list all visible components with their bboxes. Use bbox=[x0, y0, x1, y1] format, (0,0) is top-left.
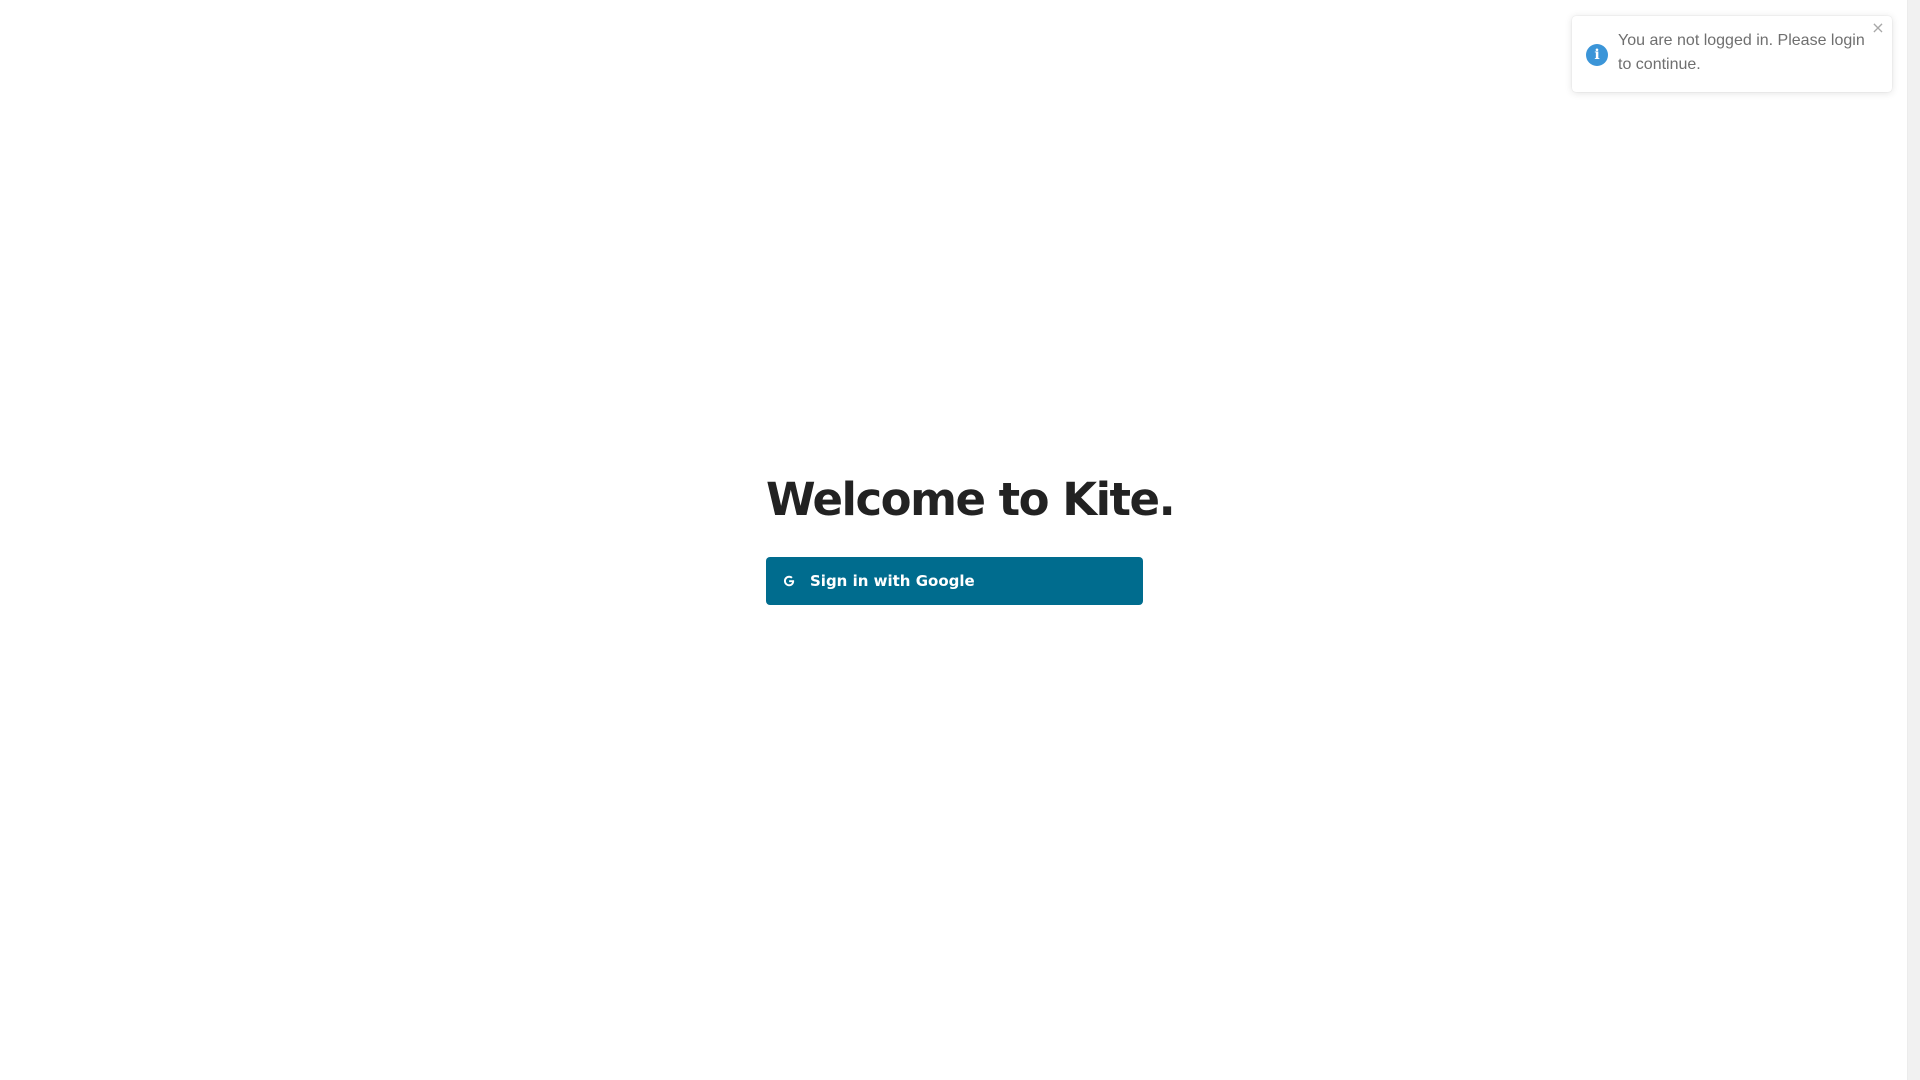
login-page: Welcome to Kite. Sign in with Google i Y… bbox=[0, 0, 1920, 1080]
toast-message: You are not logged in. Please login to c… bbox=[1618, 32, 1865, 73]
google-signin-label: Sign in with Google bbox=[810, 572, 975, 590]
info-icon: i bbox=[1586, 44, 1608, 66]
google-icon bbox=[782, 574, 796, 588]
google-signin-button[interactable]: Sign in with Google bbox=[766, 557, 1143, 605]
close-icon[interactable]: × bbox=[1870, 20, 1886, 36]
page-title: Welcome to Kite. bbox=[766, 473, 1176, 526]
login-panel: Welcome to Kite. Sign in with Google bbox=[766, 470, 1176, 605]
notification-toast: i You are not logged in. Please login to… bbox=[1572, 16, 1892, 92]
page-scrollbar[interactable] bbox=[1907, 0, 1920, 1080]
